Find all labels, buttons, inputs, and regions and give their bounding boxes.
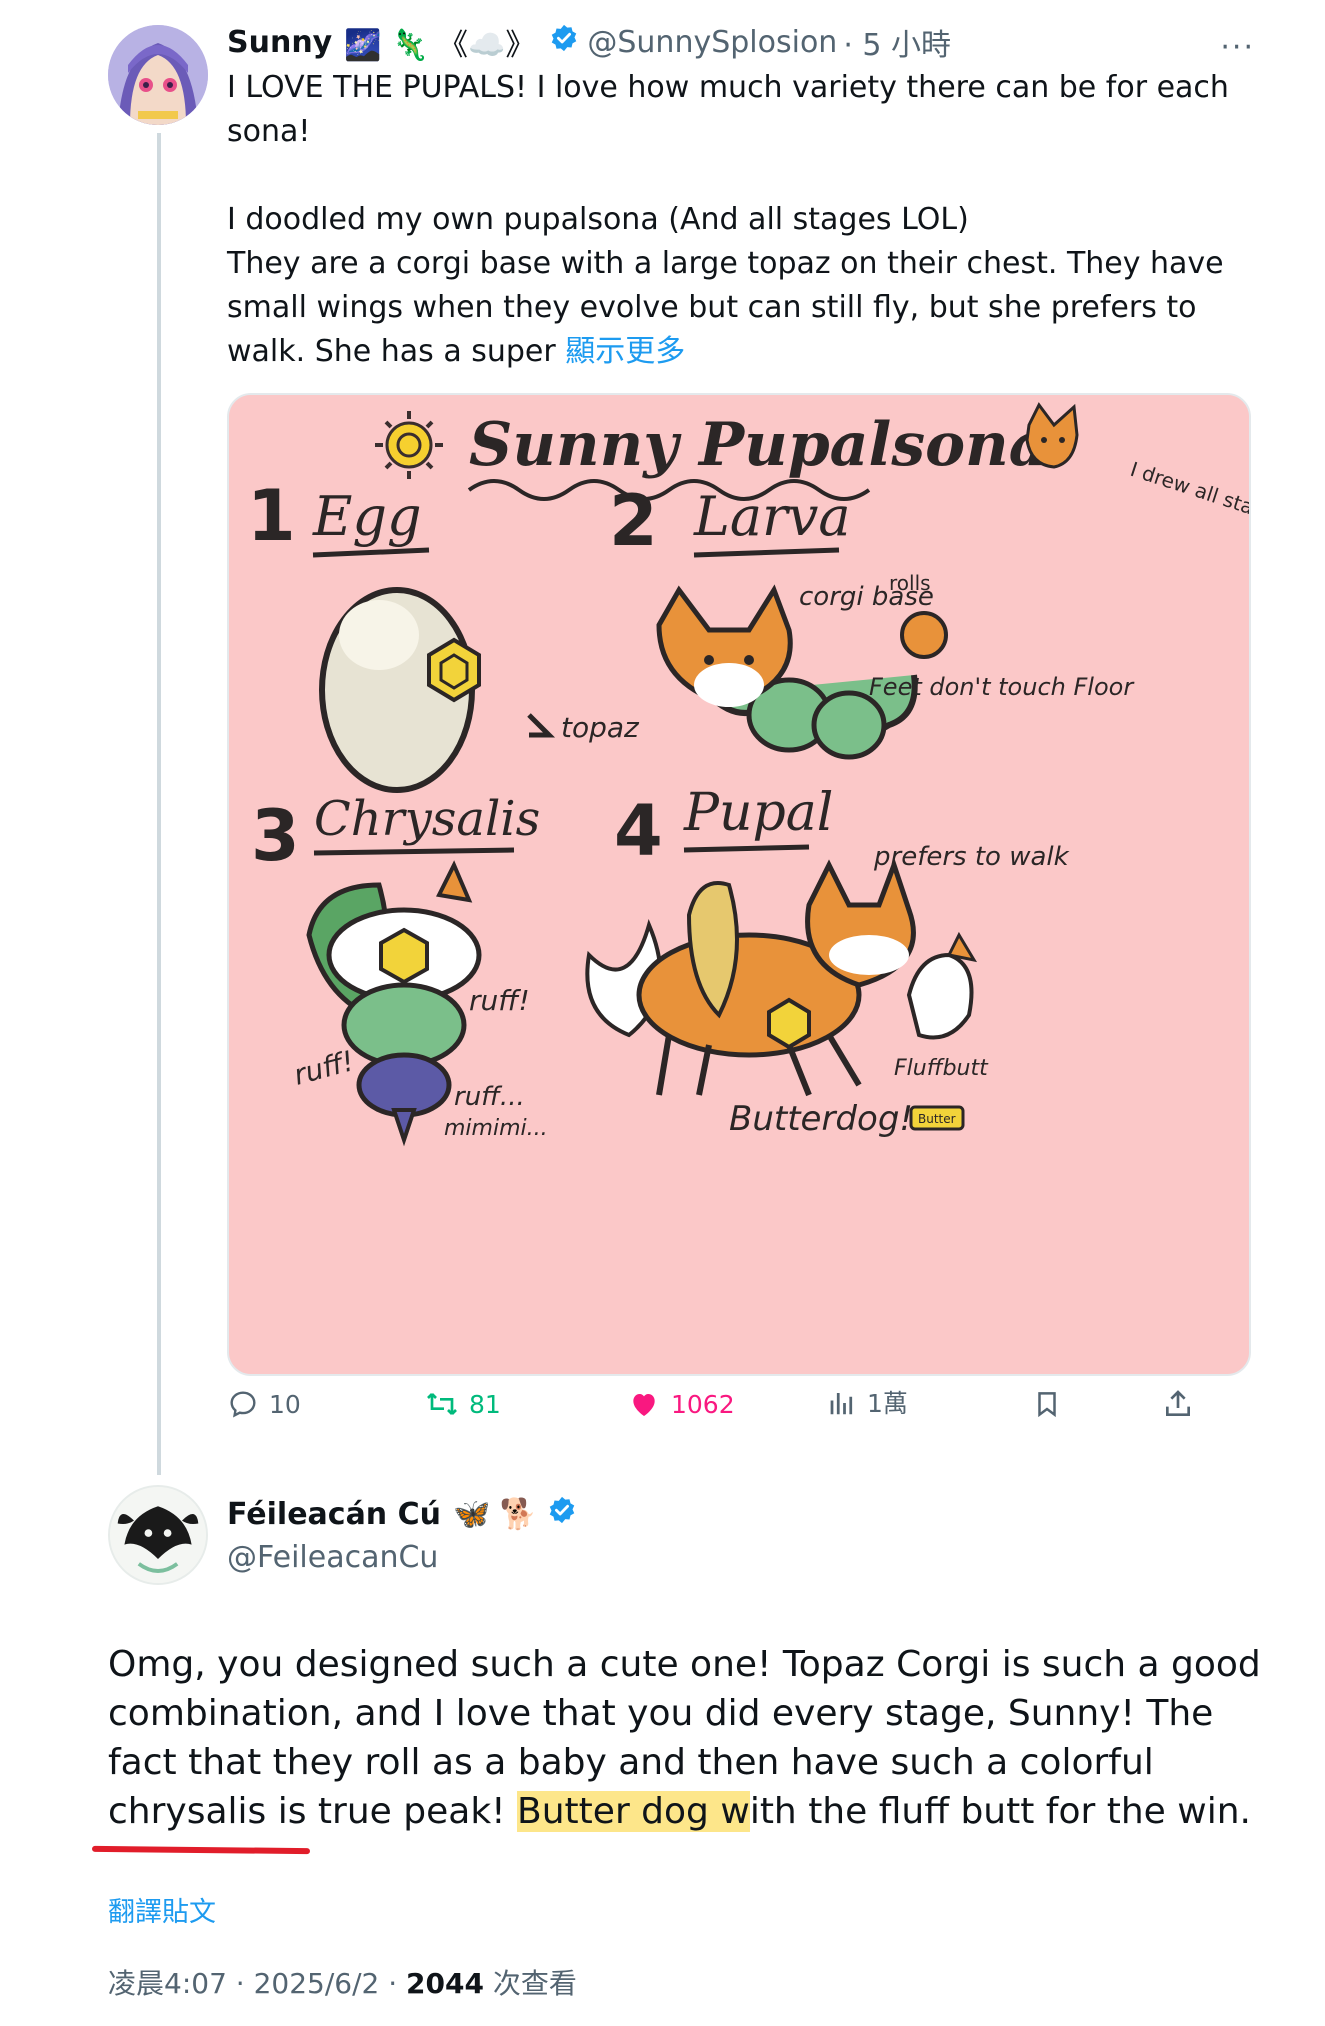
verified-badge-icon [549,23,579,61]
like-count: 1062 [671,1389,735,1419]
post-text-content: I LOVE THE PUPALS! I love how much varie… [227,70,1229,369]
post-header: Sunny 🌌 🦎 《☁️》 @SunnySplosion · 5 小時 [227,20,951,64]
reply-author-emoji: 🦋 🐕 [452,1496,538,1532]
more-options-icon[interactable]: ··· [1220,30,1255,65]
stage2-number: 2 [609,480,658,562]
image-title: Sunny Pupalsona! [469,410,1074,480]
stage1-number: 1 [247,475,296,557]
show-more-link[interactable]: 顯示更多 [565,334,685,369]
reply-header: Féileacán Cú 🦋 🐕 [227,1492,577,1536]
reply-verified-badge-icon [547,1495,577,1533]
reply-author-handle[interactable]: @FeileacanCu [227,1535,438,1579]
butter-text: Butter [918,1112,956,1126]
ruff-label-1: ruff! [469,984,530,1017]
prefers-note: prefers to walk [873,842,1070,872]
post-time[interactable]: · 5 小時 [843,20,951,64]
repost-button[interactable]: 81 [425,1388,501,1420]
stage4-label: Pupal [683,783,833,843]
views-button[interactable]: 1萬 [827,1388,908,1418]
stage2-label: Larva [693,485,851,548]
reply-count: 10 [269,1389,301,1419]
reply-views-label: 次查看 [483,1967,577,2000]
post-text: I LOVE THE PUPALS! I love how much varie… [227,66,1257,374]
avatar[interactable] [108,25,208,125]
red-underline-annotation [91,1845,311,1855]
topaz-label: topaz [561,711,640,744]
translate-post-link[interactable]: 翻譯貼文 [108,1890,216,1929]
stage3-number: 3 [251,795,300,877]
reply-button[interactable]: 10 [227,1388,301,1420]
author-handle[interactable]: @SunnySplosion [587,25,837,60]
reply-meta: 凌晨4:07 · 2025/6/2 · 2044 次查看 [108,1962,577,2002]
reply-text: Omg, you designed such a cute one! Topaz… [108,1640,1268,1836]
author-name[interactable]: Sunny [227,25,332,60]
stage1-label: Egg [312,485,422,548]
ruff-label-3: ruff... [454,1082,525,1112]
reply-timestamp[interactable]: 凌晨4:07 · 2025/6/2 · [108,1967,406,2000]
reply-author-name[interactable]: Féileacán Cú [227,1497,441,1532]
butterdog-label: Butterdog! [729,1099,913,1139]
reply-text-highlight: Butter dog w [517,1791,750,1832]
repost-count: 81 [469,1389,501,1419]
stage4-number: 4 [614,790,663,872]
reply-text-after: ith the fluff butt for the win. [749,1791,1251,1832]
heart-icon [633,1394,655,1416]
views-icon [830,1393,853,1415]
thread-line [157,133,161,1475]
repost-icon [427,1393,457,1415]
reply-icon [230,1391,256,1418]
share-button[interactable] [1162,1388,1194,1420]
fluffbutt-label: Fluffbutt [894,1056,989,1081]
feet-note: Feet don't touch Floor [869,673,1135,701]
rolls-label: rolls [889,571,931,595]
views-count: 1萬 [867,1388,908,1418]
butter-icon: Butter [909,1105,965,1131]
reply-views-count: 2044 [406,1967,484,2000]
like-button[interactable]: 1062 [627,1388,735,1420]
mimimi-label: mimimi... [444,1116,548,1141]
author-emoji: 🌌 🦎 《☁️》 [344,28,536,63]
reply-avatar[interactable] [108,1485,208,1585]
bookmark-icon [1038,1392,1056,1418]
bookmark-button[interactable] [1032,1388,1062,1420]
post-image[interactable]: Sunny Pupalsona! I drew all stages I was… [227,393,1251,1376]
stage3-label: Chrysalis [314,791,540,847]
post-actions: 10 81 1062 1萬 [227,1388,1227,1438]
share-icon [1166,1390,1190,1416]
